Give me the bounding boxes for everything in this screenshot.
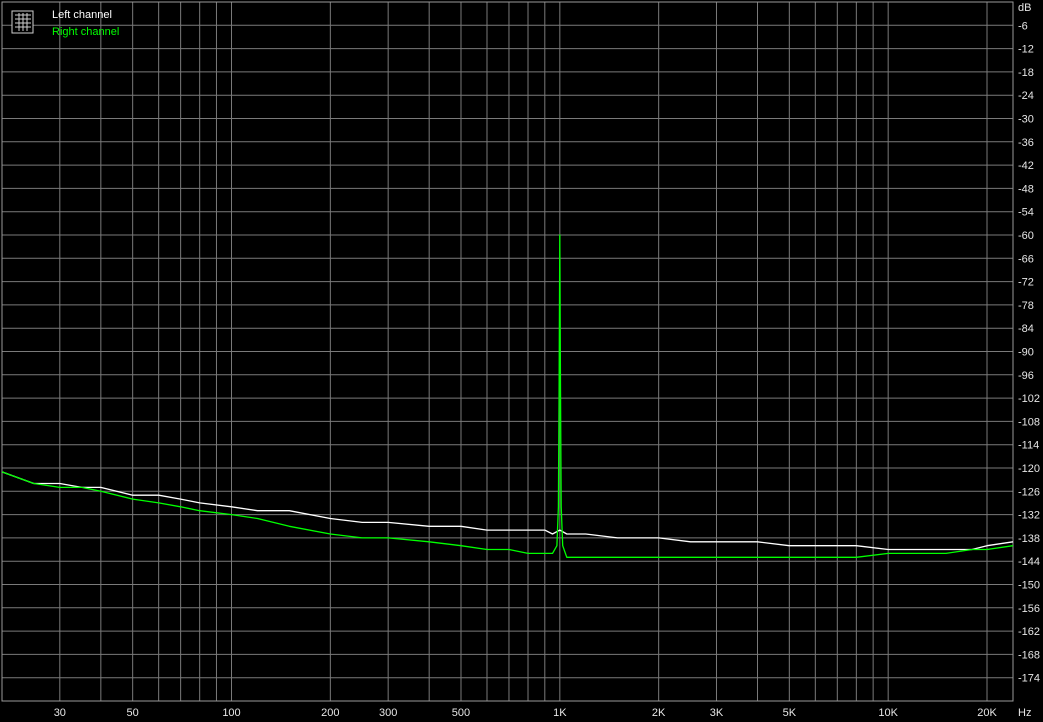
spectrum-chart: 30 50 100 200 300 500 1K 2K 3K 5K 10K 20K -6 -12 -18 -… (0, 0, 1043, 722)
y-tick-label: -156 (1018, 603, 1040, 615)
y-tick-label: -144 (1018, 556, 1040, 568)
y-tick-label: -60 (1018, 230, 1034, 242)
x-tick-label: 50 (127, 707, 139, 719)
y-tick-label: -162 (1018, 626, 1040, 638)
y-tick-label: -108 (1018, 416, 1040, 428)
y-tick-label: -18 (1018, 67, 1034, 79)
y-tick-label: -84 (1018, 323, 1034, 335)
y-tick-label: -54 (1018, 207, 1034, 219)
legend-right-channel: Right channel (52, 26, 119, 38)
x-axis-label: Hz (1018, 707, 1031, 719)
y-tick-label: -12 (1018, 44, 1034, 56)
y-tick-label: -150 (1018, 580, 1040, 592)
y-tick-label: -30 (1018, 114, 1034, 126)
x-tick-label: 3K (710, 707, 724, 719)
x-tick-label: 30 (54, 707, 66, 719)
y-tick-label: -90 (1018, 347, 1034, 359)
y-tick-label: -168 (1018, 649, 1040, 661)
x-tick-label: 200 (321, 707, 339, 719)
x-tick-label: 5K (783, 707, 797, 719)
x-tick-label: 500 (452, 707, 470, 719)
plot-background (0, 0, 1043, 722)
y-tick-label: -78 (1018, 300, 1034, 312)
x-tick-label: 300 (379, 707, 397, 719)
y-tick-label: -48 (1018, 183, 1034, 195)
y-tick-label: -120 (1018, 463, 1040, 475)
y-tick-label: -138 (1018, 533, 1040, 545)
x-tick-label: 100 (222, 707, 240, 719)
y-tick-label: -42 (1018, 160, 1034, 172)
y-tick-label: -126 (1018, 486, 1040, 498)
x-tick-label: 20K (977, 707, 997, 719)
y-tick-label: -66 (1018, 253, 1034, 265)
y-tick-label: -72 (1018, 277, 1034, 289)
y-axis-label: dB (1018, 2, 1031, 14)
y-tick-label: -96 (1018, 370, 1034, 382)
x-tick-label: 2K (652, 707, 666, 719)
y-tick-label: -24 (1018, 90, 1034, 102)
y-tick-label: -102 (1018, 393, 1040, 405)
y-tick-label: -132 (1018, 510, 1040, 522)
legend-left-channel: Left channel (52, 9, 112, 21)
y-tick-label: -6 (1018, 20, 1028, 32)
x-tick-label: 10K (878, 707, 898, 719)
y-tick-label: -174 (1018, 673, 1040, 685)
y-tick-label: -36 (1018, 137, 1034, 149)
x-tick-label: 1K (553, 707, 567, 719)
y-tick-label: -114 (1018, 440, 1039, 452)
